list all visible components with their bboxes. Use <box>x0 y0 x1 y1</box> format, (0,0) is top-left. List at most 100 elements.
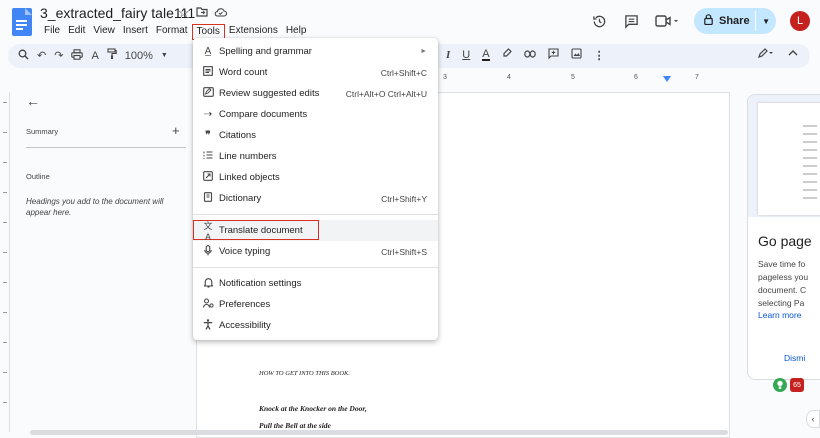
menu-edit[interactable]: Edit <box>64 24 89 40</box>
menu-item-compare-documents[interactable]: ⇢ Compare documents <box>193 104 438 125</box>
page-text-line: Knock at the Knocker on the Door, <box>259 404 367 413</box>
hide-menus-icon[interactable] <box>788 48 798 61</box>
line-numbers-icon <box>202 150 214 163</box>
translate-icon: 文A <box>203 221 213 242</box>
panel-body-line: selecting Pa <box>758 298 805 308</box>
title-actions: ☆ <box>178 5 227 21</box>
insert-link-icon[interactable] <box>523 49 536 61</box>
menu-item-word-count[interactable]: Word count Ctrl+Shift+C <box>193 62 438 83</box>
panel-body: Save time fo pageless you document. C se… <box>758 258 808 310</box>
menu-item-translate-document[interactable]: 文A Translate document <box>193 220 438 242</box>
summary-label: Summary <box>26 127 59 136</box>
document-title[interactable]: 3_extracted_fairy tale111 <box>40 5 195 21</box>
avatar[interactable]: L <box>790 11 810 31</box>
page-text-line: HOW TO GET INTO THIS BOOK. <box>259 370 351 377</box>
menu-item-citations[interactable]: ❞ Citations <box>193 125 438 146</box>
linked-objects-icon <box>202 171 214 184</box>
menu-item-line-numbers[interactable]: Line numbers <box>193 146 438 167</box>
menu-insert[interactable]: Insert <box>119 24 152 40</box>
search-menus-icon[interactable] <box>18 49 29 63</box>
print-icon[interactable] <box>71 48 84 63</box>
quote-icon: ❞ <box>205 130 211 141</box>
insert-image-icon[interactable] <box>571 48 582 62</box>
extension-count-badge[interactable]: 65 <box>790 378 804 392</box>
panel-title: Go page <box>758 233 812 249</box>
header-actions: Share ▼ L <box>590 8 810 34</box>
ruler-mark: 7 <box>695 74 699 81</box>
menu-item-label: Review suggested edits <box>219 88 320 99</box>
menu-item-label: Spelling and grammar <box>219 46 312 57</box>
menu-item-shortcut: Ctrl+Shift+C <box>380 67 427 78</box>
menu-item-label: Translate document <box>219 225 303 236</box>
menu-item-label: Preferences <box>219 299 271 310</box>
version-history-icon[interactable] <box>590 12 608 30</box>
comments-icon[interactable] <box>622 12 640 30</box>
menu-item-voice-typing[interactable]: Voice typing Ctrl+Shift+S <box>193 241 438 262</box>
right-indent-marker[interactable] <box>663 76 671 82</box>
learn-more-link[interactable]: Learn more <box>758 310 801 320</box>
horizontal-scrollbar[interactable] <box>30 430 728 435</box>
underline-icon[interactable]: U <box>462 49 470 61</box>
spellcheck-icon: A̲ <box>204 46 212 57</box>
panel-body-line: pageless you <box>758 272 809 282</box>
paint-format-icon[interactable] <box>107 48 117 63</box>
dictionary-icon <box>202 192 214 205</box>
menu-item-spelling-grammar[interactable]: A̲ Spelling and grammar ► <box>193 41 438 62</box>
menu-separator <box>193 214 438 215</box>
word-count-icon <box>202 66 214 79</box>
spellcheck-toolbar-icon[interactable]: A <box>91 50 98 62</box>
cloud-status-icon[interactable] <box>214 5 227 21</box>
extension-badges: 65 <box>773 378 804 392</box>
pageless-preview-image <box>748 95 820 217</box>
menu-item-shortcut: Ctrl+Shift+Y <box>381 193 427 204</box>
redo-icon[interactable]: ↷ <box>54 49 63 62</box>
preferences-icon <box>202 298 214 311</box>
tools-menu: A̲ Spelling and grammar ► Word count Ctr… <box>193 38 438 340</box>
star-icon[interactable]: ☆ <box>178 5 190 21</box>
ruler-mark: 6 <box>634 74 638 81</box>
add-summary-icon[interactable]: + <box>172 123 180 138</box>
menu-view[interactable]: View <box>89 24 119 40</box>
share-button[interactable]: Share ▼ <box>694 8 776 34</box>
menu-item-label: Notification settings <box>219 278 302 289</box>
italic-icon[interactable]: I <box>446 49 450 61</box>
menu-item-shortcut: Ctrl+Alt+O Ctrl+Alt+U <box>345 88 427 99</box>
collapse-side-panel-icon[interactable]: ‹ <box>806 410 820 428</box>
bell-icon <box>202 277 214 291</box>
move-folder-icon[interactable] <box>196 5 208 21</box>
menu-item-notification-settings[interactable]: Notification settings <box>193 273 438 294</box>
menu-item-review-edits[interactable]: Review suggested edits Ctrl+Alt+O Ctrl+A… <box>193 83 438 104</box>
close-outline-icon[interactable]: ← <box>26 93 40 109</box>
menu-item-linked-objects[interactable]: Linked objects <box>193 167 438 188</box>
horizontal-ruler: 3 4 5 6 7 <box>437 72 727 86</box>
highlight-color-icon[interactable] <box>502 48 512 62</box>
menu-item-dictionary[interactable]: Dictionary Ctrl+Shift+Y <box>193 188 438 209</box>
zoom-select[interactable]: 100% <box>125 50 153 62</box>
docs-logo-icon[interactable] <box>12 8 32 36</box>
app-header: 3_extracted_fairy tale111 ☆ File Edit Vi… <box>0 0 820 42</box>
toolbar-right-group <box>758 48 798 61</box>
undo-icon[interactable]: ↶ <box>37 49 46 62</box>
accessibility-icon <box>202 318 214 333</box>
grammar-extension-icon[interactable] <box>773 378 787 392</box>
menu-item-label: Word count <box>219 67 268 78</box>
meet-icon[interactable] <box>654 12 680 30</box>
menu-file[interactable]: File <box>40 24 64 40</box>
text-color-icon[interactable]: A <box>482 49 490 61</box>
menu-item-accessibility[interactable]: Accessibility <box>193 315 438 336</box>
share-dropdown-icon[interactable]: ▼ <box>762 17 770 26</box>
editing-mode-icon[interactable] <box>758 48 774 61</box>
microphone-icon <box>202 244 214 259</box>
more-options-icon[interactable]: ⋮ <box>594 49 605 62</box>
zoom-dropdown-icon[interactable]: ▼ <box>161 52 168 59</box>
menu-item-label: Linked objects <box>219 172 280 183</box>
panel-body-line: document. C <box>758 285 807 295</box>
summary-divider <box>26 147 186 148</box>
insert-comment-icon[interactable] <box>548 48 559 62</box>
dismiss-button[interactable]: Dismi <box>784 353 805 363</box>
toolbar-left-group: ↶ ↷ A 100% ▼ <box>18 48 168 63</box>
menu-item-label: Accessibility <box>219 320 271 331</box>
menu-item-preferences[interactable]: Preferences <box>193 294 438 315</box>
ruler-mark: 4 <box>507 74 511 81</box>
menu-format[interactable]: Format <box>152 24 192 40</box>
